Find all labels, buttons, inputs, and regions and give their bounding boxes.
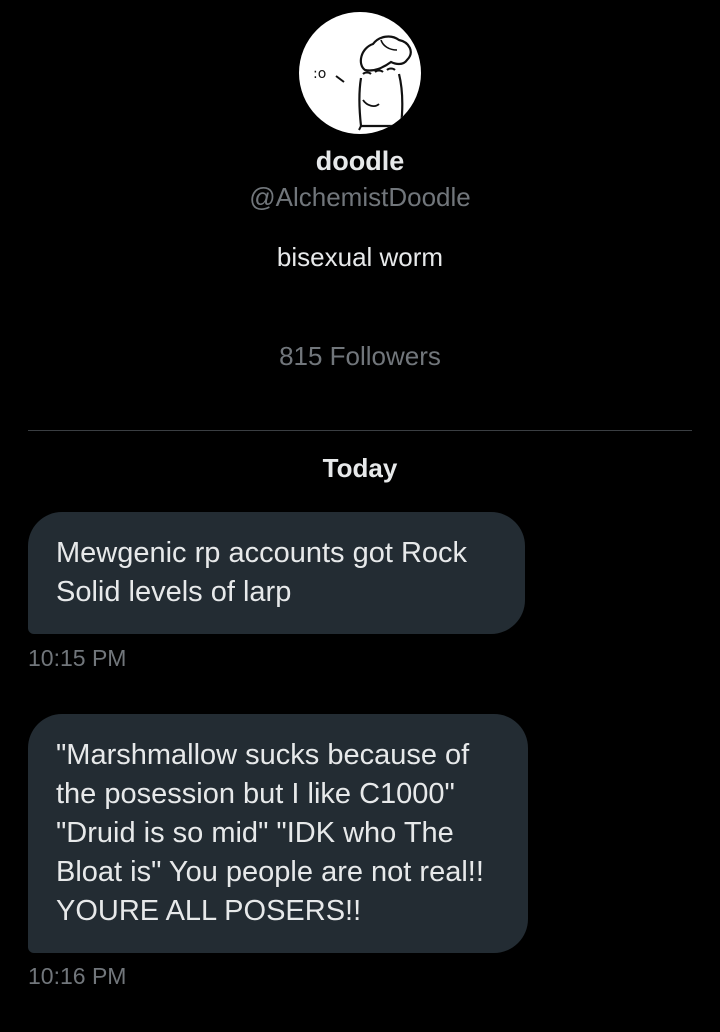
- date-separator: Today: [322, 453, 398, 483]
- message-text: "Marshmallow sucks because of the posess…: [56, 739, 484, 927]
- section-divider: [28, 430, 692, 431]
- message-timestamp: 10:15 PM: [28, 645, 127, 671]
- profile-display-name: doodle: [315, 146, 405, 176]
- profile-header: :o doodle @AlchemistDoodle bisexual worm…: [0, 0, 720, 430]
- message-text: Mewgenic rp accounts got Rock Solid leve…: [56, 537, 468, 608]
- message-bubble[interactable]: "Marshmallow sucks because of the posess…: [28, 714, 528, 953]
- avatar-face-text: :o: [313, 66, 326, 82]
- message-bubble[interactable]: Mewgenic rp accounts got Rock Solid leve…: [28, 512, 525, 634]
- followers-count[interactable]: 815 Followers: [0, 341, 720, 372]
- profile-bio: bisexual worm: [276, 242, 444, 272]
- doodle-avatar-drawing: :o: [313, 35, 412, 131]
- avatar[interactable]: :o: [299, 12, 421, 134]
- profile-handle[interactable]: @AlchemistDoodle: [0, 182, 720, 213]
- message-timestamp: 10:16 PM: [28, 963, 127, 989]
